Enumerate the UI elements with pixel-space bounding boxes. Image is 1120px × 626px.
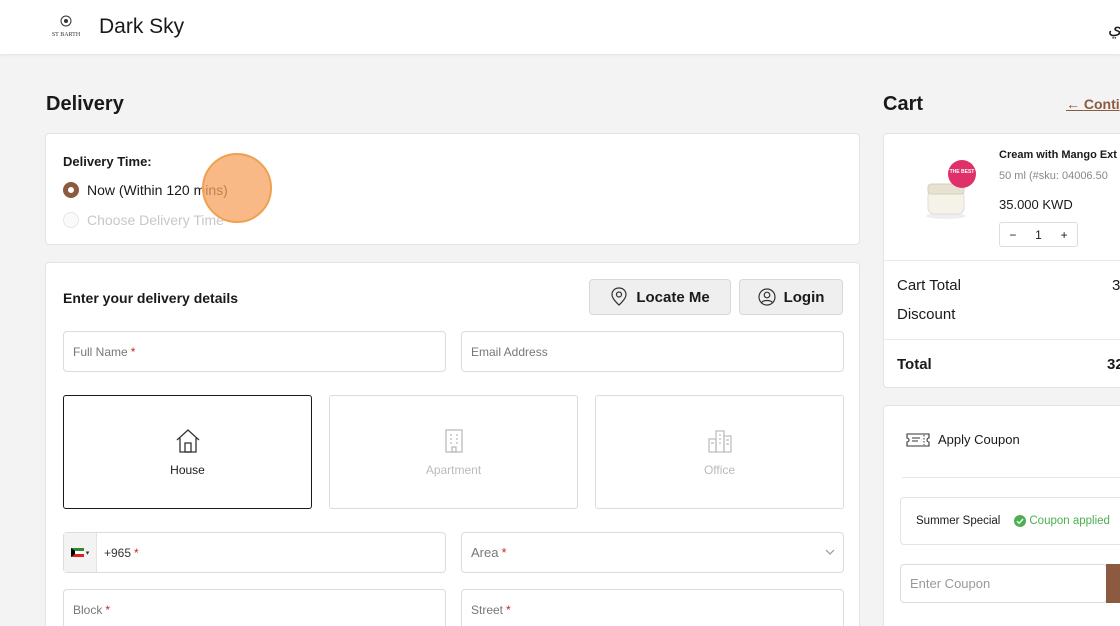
block-placeholder: Block: [73, 602, 103, 617]
street-field[interactable]: Street *: [461, 589, 844, 626]
user-icon: [757, 288, 776, 306]
divider: [902, 477, 1120, 478]
street-placeholder: Street: [471, 602, 504, 617]
type-apartment[interactable]: Apartment: [329, 395, 578, 509]
product-image[interactable]: THE BEST: [920, 158, 980, 220]
quantity-value: 1: [1035, 227, 1042, 242]
phone-prefix: +965: [104, 545, 132, 560]
full-name-placeholder: Full Name: [73, 344, 128, 359]
location-pin-icon: [611, 287, 627, 306]
apply-coupon-toggle[interactable]: Apply Coupon: [906, 432, 1020, 447]
email-field[interactable]: Email Address: [461, 331, 844, 372]
option-choose-time-label[interactable]: Choose Delivery Time: [87, 212, 224, 228]
chevron-down-icon: [825, 549, 835, 555]
office-icon: [707, 430, 732, 453]
apartment-icon: [444, 429, 463, 453]
continue-shopping-link[interactable]: ← Conti: [1066, 96, 1120, 112]
delivery-title: Delivery: [46, 93, 124, 115]
divider: [884, 260, 1120, 261]
type-house-label: House: [170, 463, 205, 477]
total-label: Total: [897, 356, 932, 373]
discount-label: Discount: [897, 306, 956, 323]
continue-label: Conti: [1083, 96, 1120, 112]
area-placeholder: Area: [471, 545, 499, 560]
check-circle-icon: [1014, 515, 1027, 527]
delivery-time-card: Delivery Time: Now (Within 120 mins) Cho…: [45, 133, 860, 245]
locate-me-button[interactable]: Locate Me: [589, 279, 731, 315]
type-office[interactable]: Office: [595, 395, 844, 509]
item-name[interactable]: Cream with Mango Ext: [999, 149, 1117, 161]
login-label: Login: [783, 288, 825, 306]
cart-card: THE BEST Cream with Mango Ext 50 ml (#sk…: [883, 133, 1120, 388]
language-toggle[interactable]: ي: [1108, 18, 1120, 39]
brand-logo[interactable]: ST BARTH: [50, 14, 82, 40]
delivery-time-label: Delivery Time:: [63, 154, 152, 169]
type-apartment-label: Apartment: [425, 463, 482, 477]
kuwait-flag-icon: [70, 548, 84, 557]
radio-choose-time[interactable]: [63, 212, 79, 228]
phone-field[interactable]: ▾ +965 *: [63, 532, 446, 573]
total-value: 32: [1107, 356, 1120, 373]
decrease-button[interactable]: −: [1009, 228, 1016, 242]
full-name-field[interactable]: Full Name *: [63, 331, 446, 372]
required-mark: *: [134, 545, 139, 560]
chevron-down-icon: ▾: [85, 549, 90, 557]
cart-title: Cart: [883, 93, 924, 115]
required-mark: *: [501, 545, 507, 560]
block-field[interactable]: Block *: [63, 589, 446, 626]
area-select[interactable]: Area *: [461, 532, 844, 573]
item-variant: 50 ml (#sku: 04006.50: [999, 170, 1108, 182]
click-indicator: [202, 153, 272, 223]
increase-button[interactable]: +: [1061, 228, 1068, 242]
required-mark: *: [105, 602, 111, 617]
coupon-input[interactable]: Enter Coupon: [900, 564, 1107, 603]
divider: [884, 339, 1120, 340]
svg-text:ST BARTH: ST BARTH: [52, 32, 81, 38]
locate-me-label: Locate Me: [636, 288, 710, 306]
brand-name[interactable]: Dark Sky: [99, 15, 184, 39]
apply-coupon-label: Apply Coupon: [938, 432, 1020, 447]
delivery-details-card: Enter your delivery details Locate Me Lo…: [45, 262, 860, 626]
required-mark: *: [506, 602, 511, 617]
required-mark: *: [130, 344, 136, 359]
arrow-left-icon: ←: [1066, 96, 1084, 112]
coupon-card: Apply Coupon Summer Special Coupon appli…: [883, 405, 1120, 626]
quantity-stepper[interactable]: − 1 +: [999, 222, 1078, 247]
cart-total-label: Cart Total: [897, 277, 961, 294]
login-button[interactable]: Login: [739, 279, 843, 315]
country-code-select[interactable]: ▾: [64, 533, 97, 572]
email-placeholder: Email Address: [471, 344, 548, 359]
cart-total-value: 3: [1112, 277, 1120, 294]
coupon-ticket-icon: [906, 432, 930, 447]
radio-now[interactable]: [63, 182, 79, 198]
item-price: 35.000 KWD: [999, 197, 1073, 212]
details-title: Enter your delivery details: [63, 290, 239, 306]
coupon-status-text: Coupon applied: [1029, 515, 1110, 527]
applied-coupon: Summer Special Coupon applied: [900, 497, 1120, 545]
coupon-name: Summer Special: [916, 515, 1001, 527]
svg-text:THE BEST: THE BEST: [950, 169, 975, 175]
coupon-status: Coupon applied: [1014, 515, 1110, 527]
house-icon: [176, 429, 199, 453]
apply-coupon-button[interactable]: [1106, 564, 1120, 603]
top-bar: ST BARTH Dark Sky ي: [0, 0, 1120, 54]
type-house[interactable]: House: [63, 395, 312, 509]
type-office-label: Office: [703, 463, 736, 477]
coupon-input-placeholder: Enter Coupon: [910, 576, 991, 591]
